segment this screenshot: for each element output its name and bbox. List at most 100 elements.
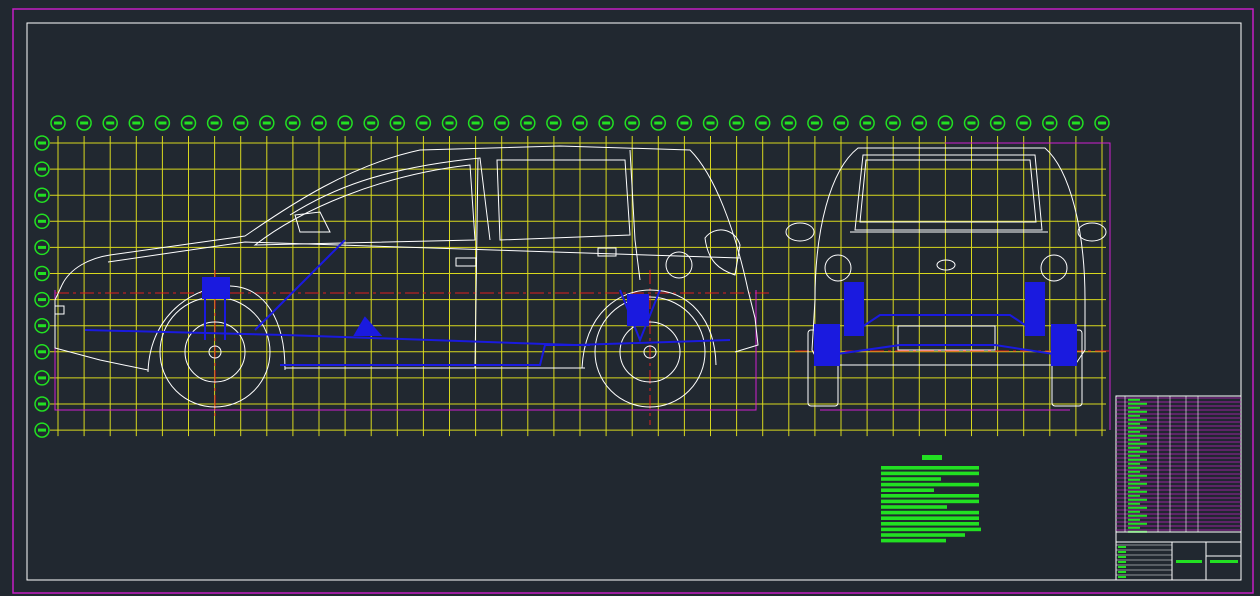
signature-entry-mark bbox=[1118, 561, 1126, 563]
signature-entry-mark bbox=[1118, 556, 1126, 558]
notes-text-line bbox=[881, 527, 981, 532]
column-bubble-label-mark bbox=[523, 121, 532, 125]
notes-text-line bbox=[881, 466, 979, 470]
notes-text-line bbox=[881, 538, 946, 543]
signature-entry-mark bbox=[1118, 551, 1126, 553]
signature-entry-mark bbox=[1118, 576, 1126, 578]
row-bubble-label-mark bbox=[38, 219, 46, 223]
column-bubble-label-mark bbox=[158, 121, 167, 125]
notes-text-line bbox=[881, 522, 979, 526]
parts-list-entry-mark bbox=[1128, 510, 1140, 513]
row-bubble-label-mark bbox=[38, 141, 46, 145]
front-view-left-knuckle bbox=[814, 324, 840, 366]
column-bubble-label-mark bbox=[80, 121, 89, 125]
column-bubble-label-mark bbox=[1045, 121, 1054, 125]
column-bubble-label-mark bbox=[1019, 121, 1028, 125]
column-bubble-label-mark bbox=[915, 121, 924, 125]
front-view-right-knuckle bbox=[1051, 324, 1077, 366]
parts-list-entry-mark bbox=[1128, 518, 1140, 521]
parts-list-entry-mark bbox=[1128, 526, 1140, 529]
column-bubble-label-mark bbox=[210, 121, 219, 125]
column-bubble-label-mark bbox=[837, 121, 845, 125]
notes-text-line bbox=[881, 533, 965, 537]
parts-list-entry-mark bbox=[1128, 450, 1147, 453]
signature-entry-mark bbox=[1118, 546, 1126, 548]
notes-text-line bbox=[881, 499, 979, 504]
row-bubble-label-mark bbox=[38, 167, 46, 171]
column-bubble-label-mark bbox=[1071, 121, 1080, 125]
parts-list-entry-mark bbox=[1128, 506, 1147, 509]
row-bubble-label-mark bbox=[38, 272, 46, 275]
column-bubble-label-mark bbox=[993, 121, 1002, 125]
parts-list-entry-mark bbox=[1128, 486, 1140, 489]
column-bubble-label-mark bbox=[967, 121, 976, 125]
column-bubble-label-mark bbox=[889, 121, 898, 125]
parts-list-entry-mark bbox=[1128, 482, 1147, 485]
row-bubble-label-mark bbox=[38, 298, 46, 302]
parts-list-entry-mark bbox=[1128, 466, 1147, 469]
title-name-mark bbox=[1176, 560, 1202, 563]
column-bubble-label-mark bbox=[262, 121, 271, 125]
column-bubble-label-mark bbox=[784, 121, 793, 125]
drawing-number-mark bbox=[1210, 560, 1238, 563]
parts-list-entry-mark bbox=[1128, 410, 1147, 413]
column-bubble-label-mark bbox=[497, 121, 506, 125]
column-bubble-label-mark bbox=[628, 121, 637, 125]
signature-entry-mark bbox=[1118, 566, 1126, 568]
parts-list-entry-mark bbox=[1128, 406, 1140, 409]
parts-list-entry-mark bbox=[1128, 426, 1147, 429]
column-bubble-label-mark bbox=[680, 121, 689, 125]
column-bubble-label-mark bbox=[810, 121, 819, 125]
front-shock-absorber bbox=[202, 277, 230, 299]
signature-entry-mark bbox=[1118, 571, 1126, 573]
parts-list-entry-mark bbox=[1128, 422, 1140, 425]
parts-list-entry-mark bbox=[1128, 514, 1147, 517]
column-bubble-label-mark bbox=[341, 121, 350, 125]
parts-list-entry-mark bbox=[1128, 438, 1140, 441]
rear-shock-absorber bbox=[627, 294, 649, 326]
front-view-left-shock-absorber bbox=[844, 282, 864, 336]
column-bubble-label-mark bbox=[288, 121, 297, 125]
column-bubble-label-mark bbox=[941, 121, 950, 125]
parts-list-entry-mark bbox=[1128, 474, 1147, 477]
notes-text-line bbox=[881, 505, 947, 509]
notes-text-line bbox=[881, 516, 979, 520]
parts-list-entry-mark bbox=[1128, 502, 1140, 505]
column-bubble-label-mark bbox=[471, 121, 480, 125]
column-bubble-label-mark bbox=[315, 121, 323, 125]
parts-list-entry-mark bbox=[1128, 414, 1140, 417]
column-bubble-label-mark bbox=[732, 121, 741, 125]
column-bubble-label-mark bbox=[106, 121, 115, 125]
row-bubble-label-mark bbox=[38, 193, 46, 197]
row-bubble-label-mark bbox=[38, 324, 46, 328]
column-bubble-label-mark bbox=[236, 121, 245, 125]
notes-text-line bbox=[881, 477, 941, 481]
row-bubble-label-mark bbox=[38, 376, 46, 380]
front-view-right-shock-absorber bbox=[1025, 282, 1045, 336]
notes-text-line bbox=[881, 488, 934, 492]
column-bubble-label-mark bbox=[367, 121, 376, 125]
column-bubble-label-mark bbox=[602, 121, 611, 125]
parts-list-entry-mark bbox=[1128, 430, 1140, 433]
parts-list-entry-mark bbox=[1128, 458, 1147, 461]
parts-list-entry-mark bbox=[1128, 442, 1147, 445]
row-bubble-label-mark bbox=[38, 245, 46, 249]
parts-list-entry-mark bbox=[1128, 402, 1147, 405]
notes-heading-mark bbox=[922, 455, 942, 460]
notes-text-line bbox=[881, 494, 979, 498]
parts-list-entry-mark bbox=[1128, 498, 1147, 501]
column-bubble-label-mark bbox=[393, 121, 402, 125]
column-bubble-label-mark bbox=[54, 121, 62, 125]
cad-drawing-canvas[interactable] bbox=[0, 0, 1260, 596]
parts-list-entry-mark bbox=[1128, 490, 1147, 493]
parts-list-entry-mark bbox=[1128, 494, 1140, 497]
parts-list-entry-mark bbox=[1128, 398, 1140, 401]
parts-list-entry-mark bbox=[1128, 470, 1140, 473]
parts-list-entry-mark bbox=[1128, 478, 1140, 481]
parts-list-entry-mark bbox=[1128, 462, 1140, 465]
column-bubble-label-mark bbox=[445, 121, 454, 125]
parts-list-entry-mark bbox=[1128, 454, 1140, 457]
row-bubble-label-mark bbox=[38, 428, 46, 432]
row-bubble-label-mark bbox=[38, 402, 46, 406]
parts-list-entry-mark bbox=[1128, 446, 1140, 449]
